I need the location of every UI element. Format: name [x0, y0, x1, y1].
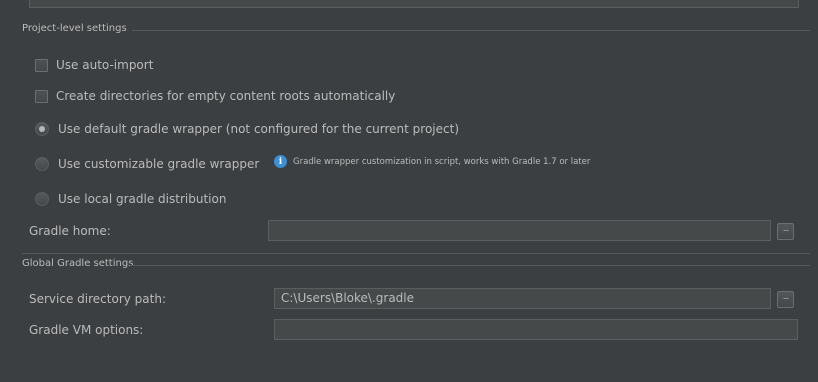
local-distribution-label: Use local gradle distribution: [58, 192, 227, 206]
service-directory-label: Service directory path:: [29, 292, 166, 306]
global-settings-title: Global Gradle settings: [22, 258, 134, 269]
gradle-home-input[interactable]: [268, 220, 771, 241]
create-directories-option[interactable]: Create directories for empty content roo…: [35, 89, 395, 103]
service-directory-browse-button[interactable]: ...: [777, 291, 794, 308]
use-auto-import-option[interactable]: Use auto-import: [35, 58, 153, 72]
default-wrapper-label: Use default gradle wrapper (not configur…: [58, 122, 460, 136]
wrapper-info-text: Gradle wrapper customization in script, …: [293, 156, 591, 167]
project-settings-divider: [132, 30, 810, 31]
gradle-vm-options-input[interactable]: [274, 319, 798, 340]
global-settings-divider: [130, 265, 810, 266]
top-panel-edge: [29, 0, 799, 8]
service-directory-input[interactable]: C:\Users\Bloke\.gradle: [274, 288, 771, 309]
create-directories-label: Create directories for empty content roo…: [56, 89, 396, 103]
customizable-wrapper-radio[interactable]: [35, 157, 49, 171]
customizable-wrapper-option[interactable]: Use customizable gradle wrapper: [35, 157, 259, 171]
gradle-home-browse-button[interactable]: ...: [777, 223, 794, 240]
use-auto-import-checkbox[interactable]: [35, 58, 48, 72]
wrapper-info-note: i Gradle wrapper customization in script…: [274, 155, 590, 168]
global-settings-divider-top: [22, 253, 810, 254]
info-icon: i: [274, 155, 287, 168]
local-distribution-radio[interactable]: [35, 192, 49, 206]
gradle-home-label: Gradle home:: [29, 224, 111, 238]
project-settings-title: Project-level settings: [22, 23, 127, 34]
customizable-wrapper-label: Use customizable gradle wrapper: [58, 157, 260, 171]
gradle-vm-options-label: Gradle VM options:: [29, 323, 144, 337]
create-directories-checkbox[interactable]: [35, 89, 48, 103]
default-wrapper-radio[interactable]: [35, 122, 49, 136]
local-distribution-option[interactable]: Use local gradle distribution: [35, 192, 226, 206]
use-auto-import-label: Use auto-import: [56, 58, 154, 72]
default-wrapper-option[interactable]: Use default gradle wrapper (not configur…: [35, 122, 459, 136]
gradle-settings-panel: Project-level settings Use auto-import C…: [0, 0, 818, 382]
